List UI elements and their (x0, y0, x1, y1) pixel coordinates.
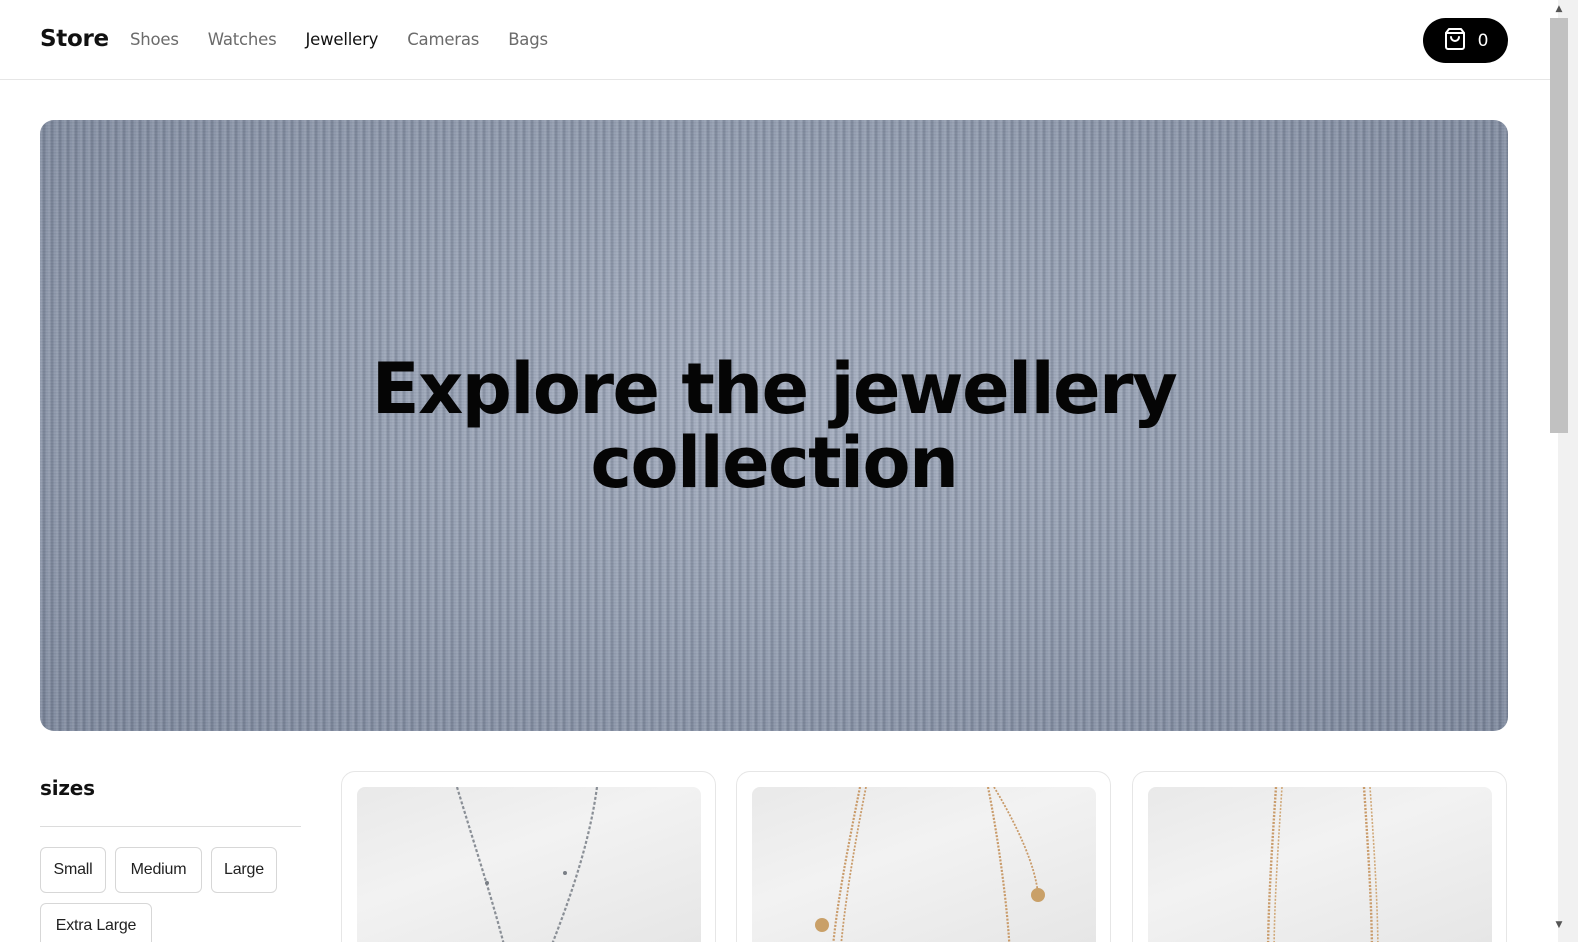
page: Store Shoes Watches Jewellery Cameras Ba… (0, 0, 1578, 942)
nav-link-jewellery[interactable]: Jewellery (306, 30, 379, 49)
cart-button[interactable]: 0 (1423, 18, 1508, 63)
sizes-filter-title: sizes (40, 776, 95, 800)
nav-link-cameras[interactable]: Cameras (407, 30, 479, 49)
hero-title-line1: Explore the jewellery (371, 348, 1178, 430)
size-button-small[interactable]: Small (40, 847, 106, 893)
hero-title-line2: collection (590, 422, 959, 504)
hero-banner: Explore the jewellery collection (40, 120, 1508, 731)
product-image-gold-chain-necklace[interactable] (1148, 787, 1492, 942)
scroll-down-arrow-icon[interactable]: ▼ (1554, 920, 1564, 930)
product-card[interactable] (341, 771, 716, 942)
product-image-silver-necklace[interactable] (357, 787, 701, 942)
nav-link-shoes[interactable]: Shoes (130, 30, 179, 49)
size-button-extra-large[interactable]: Extra Large (40, 903, 152, 942)
size-button-large[interactable]: Large (211, 847, 277, 893)
nav-link-bags[interactable]: Bags (508, 30, 548, 49)
shopping-bag-icon (1443, 27, 1467, 55)
product-image-gold-coin-necklace[interactable] (752, 787, 1096, 942)
nav-link-watches[interactable]: Watches (208, 30, 277, 49)
category-nav: Shoes Watches Jewellery Cameras Bags (130, 30, 548, 49)
sizes-divider (40, 826, 301, 827)
store-logo[interactable]: Store (40, 26, 109, 52)
scrollbar-thumb[interactable] (1550, 18, 1568, 433)
scroll-up-arrow-icon[interactable]: ▲ (1554, 4, 1564, 14)
product-card[interactable] (736, 771, 1111, 942)
hero-title: Explore the jewellery collection (40, 352, 1508, 500)
cart-count: 0 (1477, 30, 1489, 51)
top-navbar: Store Shoes Watches Jewellery Cameras Ba… (0, 0, 1558, 80)
product-card[interactable] (1132, 771, 1507, 942)
size-button-medium[interactable]: Medium (115, 847, 202, 893)
